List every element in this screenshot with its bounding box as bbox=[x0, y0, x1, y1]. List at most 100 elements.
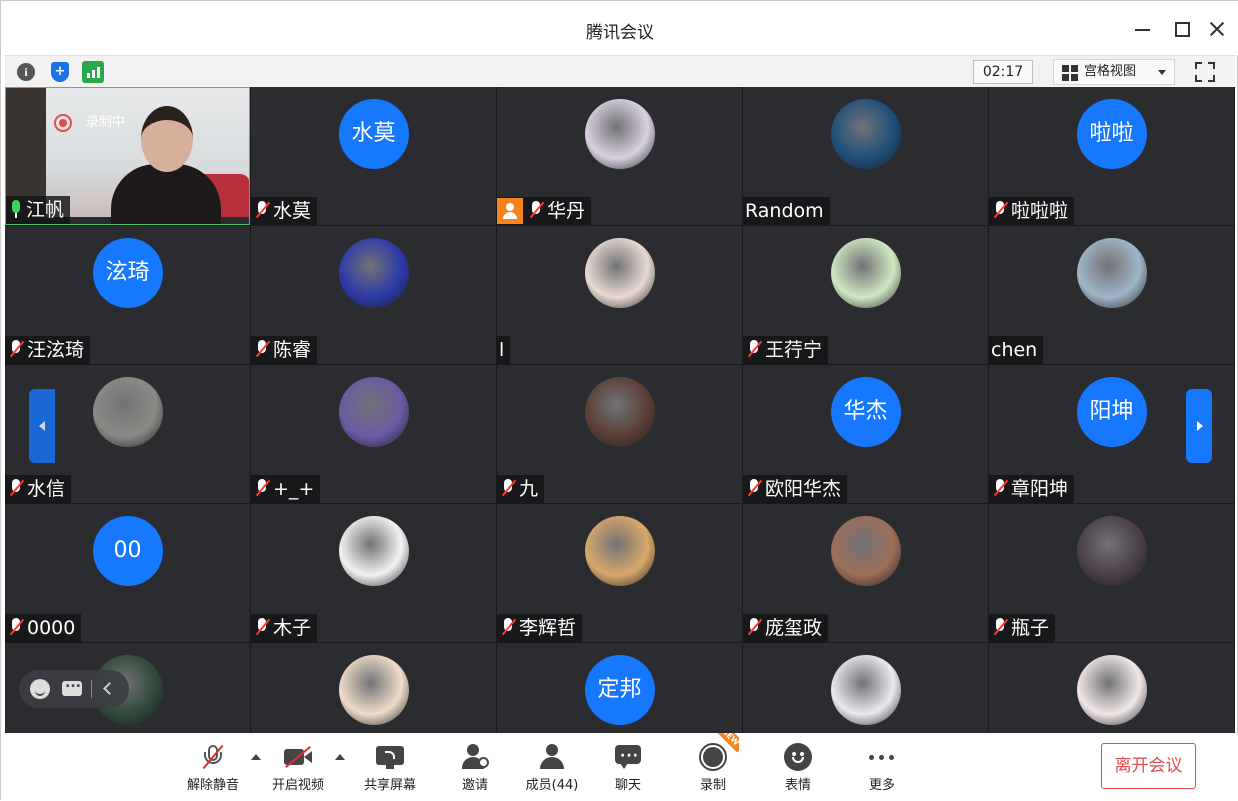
mic-off-icon bbox=[527, 200, 545, 220]
self-name: 江帆 bbox=[26, 199, 65, 221]
mic-off-icon bbox=[745, 339, 763, 359]
emoji-icon[interactable] bbox=[30, 679, 50, 699]
mic-off-icon bbox=[253, 617, 271, 637]
recording-indicator: 录制中 bbox=[54, 114, 125, 132]
participant-name: 庞玺政 bbox=[765, 617, 823, 639]
record-icon bbox=[699, 743, 727, 771]
mic-off-icon bbox=[253, 200, 271, 220]
participant-tile[interactable]: chen bbox=[989, 226, 1234, 364]
participant-tile[interactable]: 定邦 bbox=[497, 643, 742, 733]
participant-nametag: 啦啦啦 bbox=[989, 197, 1075, 225]
signal-icon[interactable] bbox=[82, 61, 104, 83]
participant-tile[interactable]: 00 0000 bbox=[5, 504, 250, 642]
minimize-icon[interactable] bbox=[1127, 15, 1157, 43]
avatar: 水莫 bbox=[338, 99, 409, 169]
participant-nametag: 庞玺政 bbox=[743, 614, 829, 642]
previous-page-button[interactable] bbox=[29, 389, 55, 463]
recording-label: 录制中 bbox=[86, 115, 126, 130]
view-mode-label: 宫格视图 bbox=[1084, 64, 1137, 79]
chevron-right-icon bbox=[1197, 421, 1203, 431]
avatar bbox=[338, 655, 409, 725]
avatar bbox=[830, 99, 901, 169]
fullscreen-icon[interactable] bbox=[1193, 60, 1217, 84]
participant-nametag: l bbox=[497, 336, 511, 364]
shield-icon[interactable]: + bbox=[49, 61, 71, 83]
participant-name: 水信 bbox=[27, 478, 66, 500]
mic-off-icon bbox=[745, 478, 763, 498]
self-video-tile[interactable]: 录制中 江帆 bbox=[5, 87, 250, 225]
participant-tile[interactable]: 华杰 欧阳华杰 bbox=[743, 365, 988, 503]
view-mode-button[interactable]: 宫格视图 bbox=[1053, 59, 1175, 85]
avatar bbox=[1076, 516, 1147, 586]
host-icon bbox=[497, 198, 523, 224]
info-icon[interactable]: i bbox=[15, 61, 37, 83]
participant-tile[interactable]: 水莫 水莫 bbox=[251, 87, 496, 225]
members-button[interactable]: 成员(44) bbox=[521, 733, 583, 801]
participant-tile[interactable]: 九 bbox=[497, 365, 742, 503]
chevron-left-icon bbox=[39, 421, 45, 431]
participant-tile[interactable]: 啦啦 啦啦啦 bbox=[989, 87, 1234, 225]
reactions-button[interactable]: 表情 bbox=[773, 733, 823, 801]
participant-name: l bbox=[499, 339, 505, 361]
start-video-button[interactable]: 开启视频 bbox=[265, 733, 331, 801]
participant-name: 李辉哲 bbox=[519, 617, 577, 639]
participant-tile[interactable]: 瓶子 bbox=[989, 504, 1234, 642]
more-dots-icon bbox=[868, 743, 896, 771]
more-button[interactable]: 更多 bbox=[857, 733, 907, 801]
chat-button[interactable]: ··· 聊天 bbox=[603, 733, 653, 801]
mic-off-icon bbox=[253, 339, 271, 359]
chat-bubble-icon[interactable] bbox=[62, 675, 82, 696]
participant-name: +_+ bbox=[273, 478, 315, 500]
participant-tile[interactable]: 泫琦 汪泫琦 bbox=[5, 226, 250, 364]
mic-off-icon bbox=[745, 617, 763, 637]
participant-nametag: 章阳坤 bbox=[989, 475, 1075, 503]
avatar bbox=[584, 99, 655, 169]
participant-nametag: 九 bbox=[497, 475, 545, 503]
record-button[interactable]: NEW 录制 bbox=[687, 733, 739, 801]
participant-tile[interactable]: 陈睿 bbox=[251, 226, 496, 364]
unmute-button[interactable]: 解除静音 bbox=[181, 733, 245, 801]
leave-meeting-button[interactable]: 离开会议 bbox=[1101, 743, 1196, 789]
mic-off-icon bbox=[7, 339, 25, 359]
avatar bbox=[338, 516, 409, 586]
participant-tile[interactable]: Random bbox=[743, 87, 988, 225]
avatar bbox=[830, 516, 901, 586]
share-screen-icon bbox=[376, 743, 404, 771]
maximize-icon[interactable] bbox=[1166, 15, 1196, 43]
close-icon[interactable] bbox=[1202, 15, 1232, 43]
participant-tile[interactable]: 王荇宁 bbox=[743, 226, 988, 364]
invite-button[interactable]: 邀请 bbox=[449, 733, 501, 801]
collapse-icon[interactable] bbox=[97, 679, 117, 699]
participant-tile[interactable]: 庞玺政 bbox=[743, 504, 988, 642]
participant-tile[interactable] bbox=[251, 643, 496, 733]
meeting-window: 腾讯会议 i + 02:17 宫格视图 录制中 江帆 水莫 水莫 华丹 Rand… bbox=[0, 0, 1238, 801]
participant-tile[interactable]: +_+ bbox=[251, 365, 496, 503]
participant-name: 章阳坤 bbox=[1011, 478, 1069, 500]
participant-nametag: 0000 bbox=[5, 614, 82, 642]
avatar bbox=[1076, 655, 1147, 725]
add-user-icon bbox=[461, 743, 489, 771]
mic-off-icon bbox=[253, 478, 271, 498]
participant-nametag: 瓶子 bbox=[989, 614, 1056, 642]
avatar bbox=[584, 377, 655, 447]
participant-tile[interactable]: l bbox=[497, 226, 742, 364]
participant-tile[interactable]: 李辉哲 bbox=[497, 504, 742, 642]
share-screen-button[interactable]: 共享屏幕 bbox=[357, 733, 423, 801]
mic-off-icon bbox=[991, 200, 1009, 220]
mic-on-icon bbox=[8, 199, 24, 219]
next-page-button[interactable] bbox=[1186, 389, 1212, 463]
video-options-caret-icon[interactable] bbox=[335, 754, 345, 760]
participant-name: 华丹 bbox=[547, 200, 586, 222]
avatar: 00 bbox=[92, 516, 163, 586]
avatar bbox=[830, 238, 901, 308]
avatar bbox=[830, 655, 901, 725]
participant-name: 水莫 bbox=[273, 200, 312, 222]
participant-name: 陈睿 bbox=[273, 339, 312, 361]
participant-name: 0000 bbox=[27, 617, 76, 639]
participant-tile[interactable]: 木子 bbox=[251, 504, 496, 642]
participant-tile[interactable] bbox=[989, 643, 1234, 733]
audio-options-caret-icon[interactable] bbox=[251, 754, 261, 760]
participant-tile[interactable] bbox=[743, 643, 988, 733]
avatar bbox=[338, 377, 409, 447]
participant-tile[interactable]: 华丹 bbox=[497, 87, 742, 225]
